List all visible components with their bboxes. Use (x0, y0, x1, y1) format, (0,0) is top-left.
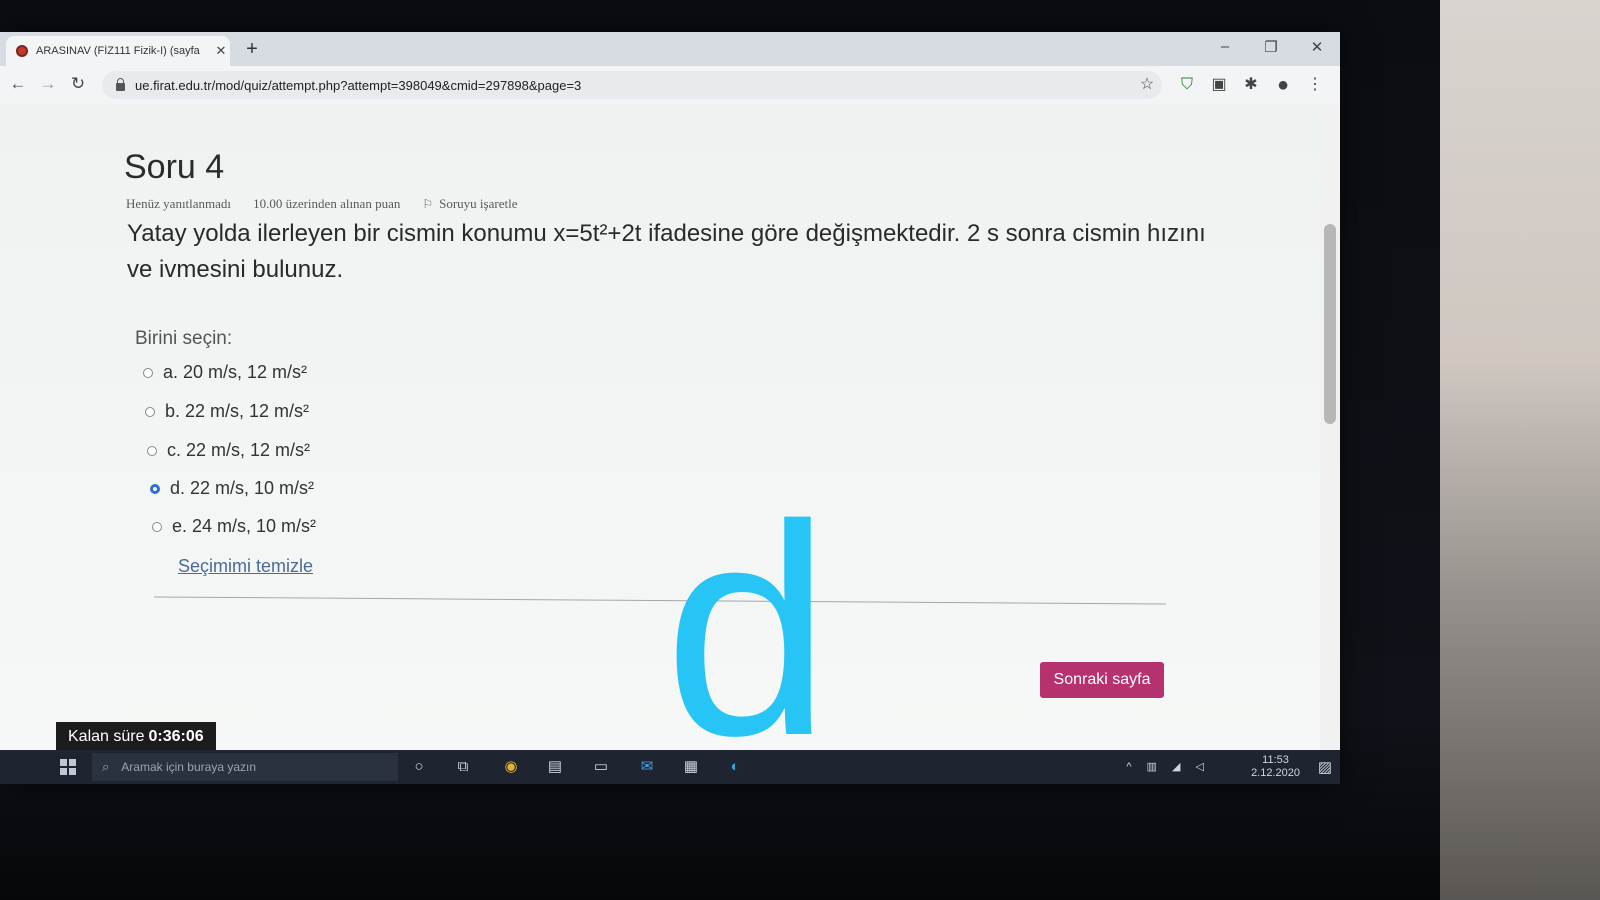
answer-label: e. 24 m/s, 10 m/s² (172, 516, 317, 536)
shield-extension-icon[interactable]: ⛉ (1176, 74, 1198, 96)
desktop-app-icon[interactable]: ▭ (590, 757, 612, 777)
answer-option-a[interactable]: a. 20 m/s, 12 m/s² (143, 362, 307, 383)
tab-close-icon[interactable]: ✕ (212, 43, 230, 59)
question-points: 10.00 üzerinden alınan puan (253, 196, 401, 211)
answer-label: b. 22 m/s, 12 m/s² (165, 401, 310, 421)
extension-icon[interactable]: ▣ (1208, 74, 1230, 96)
timer-label: Kalan süre (68, 728, 145, 745)
flag-question-label: Soruyu işaretle (439, 196, 518, 211)
radio-button[interactable] (143, 367, 153, 378)
windows-start-icon[interactable] (60, 759, 76, 775)
next-page-button[interactable]: Sonraki sayfa (1040, 662, 1164, 698)
system-tray-icons[interactable]: ^ ▥ ◢ ◁ (1126, 760, 1210, 773)
search-icon: ⌕ (102, 759, 110, 774)
clear-selection-link[interactable]: Seçimimi temizle (178, 556, 313, 577)
question-title: Soru 4 (124, 148, 225, 186)
browser-tab[interactable]: ARASINAV (FİZ111 Fizik-I) (sayfa ✕ (6, 36, 230, 66)
radio-button-selected[interactable] (150, 483, 160, 494)
task-view-icon[interactable]: ⧉ (452, 757, 474, 777)
new-tab-button[interactable]: + (242, 38, 262, 61)
mail-icon[interactable]: ✉ (636, 757, 658, 777)
answer-option-e[interactable]: e. 24 m/s, 10 m/s² (152, 516, 316, 537)
notification-icon[interactable]: ▨ (1318, 758, 1332, 776)
menu-kebab-icon[interactable]: ⋮ (1304, 74, 1326, 96)
cortana-icon[interactable]: ○ (408, 757, 430, 777)
clock-date: 2.12.2020 (1251, 767, 1300, 779)
tab-bar: ARASINAV (FİZ111 Fizik-I) (sayfa ✕ + – ❐… (0, 32, 1340, 66)
chrome-icon[interactable]: ◉ (500, 757, 522, 777)
search-placeholder: Aramak için buraya yazın (121, 760, 257, 774)
reload-icon[interactable]: ↻ (66, 74, 90, 94)
question-status: Henüz yanıtlanmadı (126, 196, 232, 211)
back-arrow-icon[interactable]: ← (6, 74, 30, 94)
answer-option-c[interactable]: c. 22 m/s, 12 m/s² (147, 440, 310, 461)
address-bar-row: ← → ↻ ue.firat.edu.tr/mod/quiz/attempt.p… (0, 66, 1340, 105)
flag-question-link[interactable]: ⚐ Soruyu işaretle (422, 196, 517, 212)
scrollbar[interactable] (1320, 104, 1340, 750)
site-favicon-icon (16, 45, 28, 57)
quiz-page: Soru 4 Henüz yanıtlanmadı 10.00 üzerinde… (0, 104, 1320, 752)
profile-avatar-icon[interactable]: ● (1272, 74, 1294, 96)
answer-option-b[interactable]: b. 22 m/s, 12 m/s² (145, 401, 309, 422)
radio-button[interactable] (147, 445, 157, 456)
tab-title: ARASINAV (FİZ111 Fizik-I) (sayfa (36, 45, 200, 57)
radio-button[interactable] (145, 406, 155, 417)
answer-label: d. 22 m/s, 10 m/s² (170, 478, 315, 498)
question-info: Henüz yanıtlanmadı 10.00 üzerinden alına… (126, 196, 517, 212)
puzzle-extensions-icon[interactable]: ✱ (1240, 74, 1262, 96)
close-window-button[interactable]: ✕ (1302, 38, 1332, 56)
time-remaining-box: Kalan süre 0:36:06 (56, 722, 216, 752)
question-text: Yatay yolda ilerleyen bir cismin konumu … (127, 220, 1206, 283)
lock-icon (116, 78, 125, 91)
answer-label: a. 20 m/s, 12 m/s² (163, 362, 308, 382)
divider (154, 596, 1166, 605)
minimize-button[interactable]: – (1210, 38, 1240, 55)
choose-prompt: Birini seçin: (135, 328, 233, 349)
store-icon[interactable]: ▤ (544, 757, 566, 777)
forward-arrow-icon[interactable]: → (36, 74, 60, 94)
maximize-button[interactable]: ❐ (1256, 38, 1286, 56)
clock-time: 11:53 (1262, 754, 1289, 766)
answer-option-d[interactable]: d. 22 m/s, 10 m/s² (150, 478, 314, 499)
bookmark-star-icon[interactable]: ☆ (1136, 74, 1158, 96)
radio-button[interactable] (152, 521, 162, 532)
answer-label: c. 22 m/s, 12 m/s² (167, 440, 311, 460)
flag-icon: ⚐ (422, 196, 434, 211)
url-text: ue.firat.edu.tr/mod/quiz/attempt.php?att… (135, 77, 582, 93)
taskbar-search[interactable]: ⌕ Aramak için buraya yazın (92, 753, 398, 781)
overlay-annotation-letter: d (664, 462, 831, 798)
timer-value: 0:36:06 (148, 728, 204, 745)
scrollbar-thumb[interactable] (1324, 224, 1336, 424)
clock[interactable]: 11:53 2.12.2020 (1251, 754, 1300, 780)
url-bar[interactable]: ue.firat.edu.tr/mod/quiz/attempt.php?att… (102, 71, 1162, 99)
